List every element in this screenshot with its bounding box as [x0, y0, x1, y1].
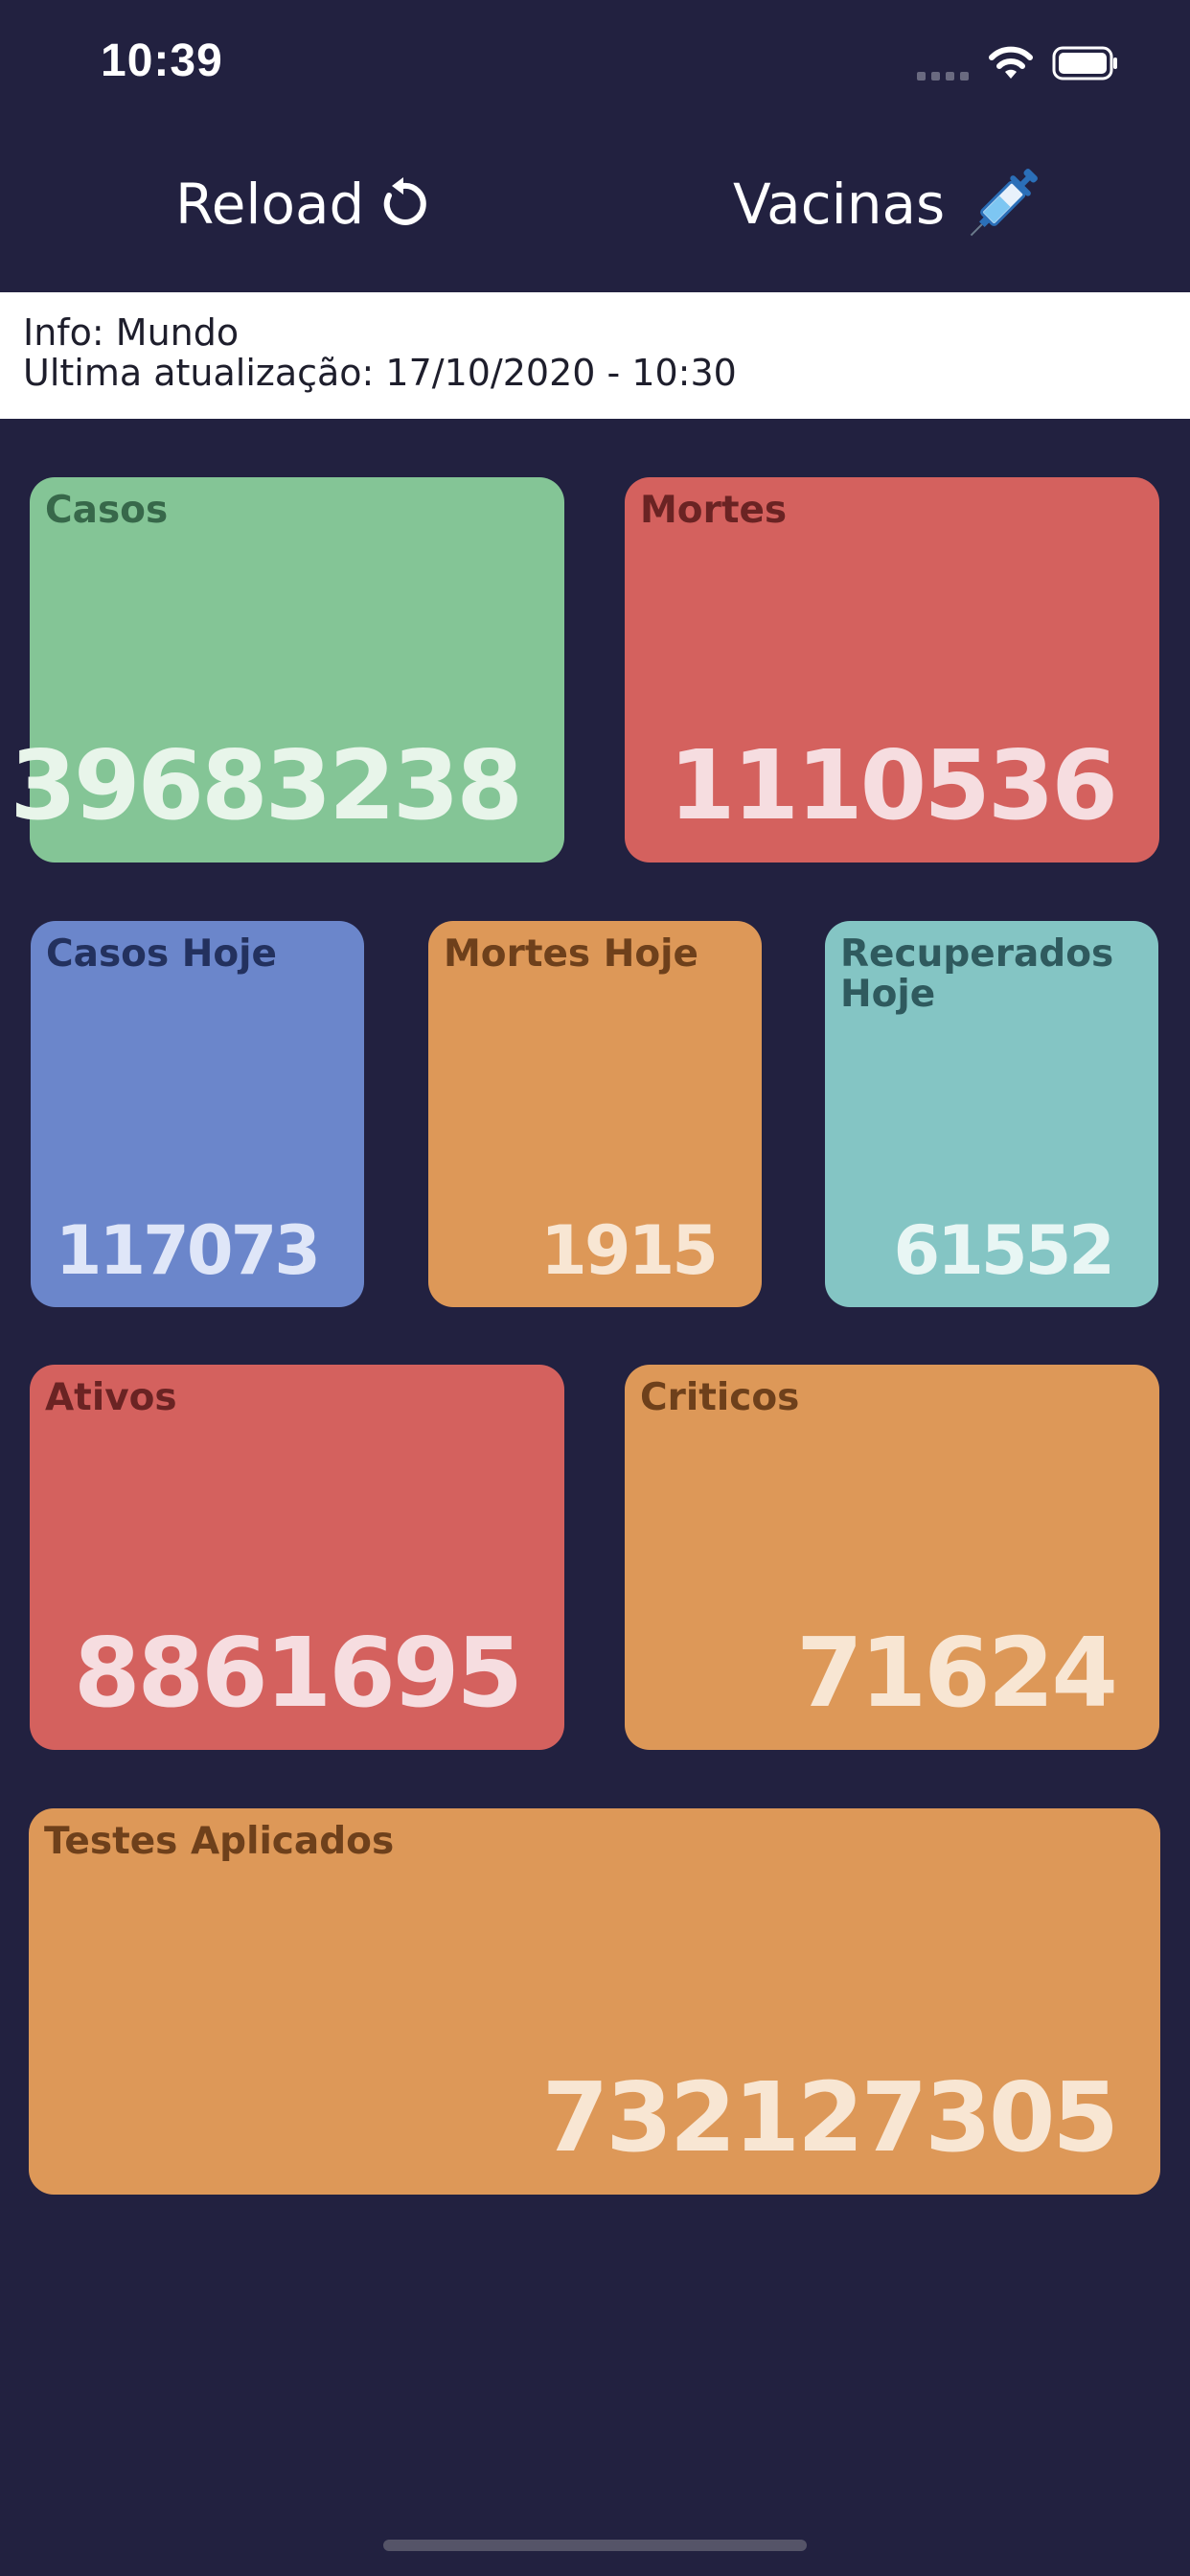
vacinas-button[interactable]: Vacinas: [733, 166, 1048, 242]
card-mortes-hoje: Mortes Hoje 1915: [428, 921, 762, 1307]
battery-icon: [1052, 46, 1117, 80]
reload-label: Reload: [175, 172, 365, 237]
info-bar: Info: Mundo Ultima atualização: 17/10/20…: [0, 292, 1190, 419]
home-indicator[interactable]: [383, 2540, 807, 2551]
card-value: 1915: [540, 1211, 719, 1290]
card-ativos: Ativos 8861695: [30, 1365, 564, 1750]
card-value: 8861695: [73, 1617, 523, 1729]
card-value: 39683238: [10, 729, 523, 841]
card-label: Testes Aplicados: [44, 1820, 395, 1863]
card-label: Recuperados Hoje: [840, 932, 1114, 1016]
status-time: 10:39: [101, 35, 223, 86]
card-casos: Casos 39683238: [10, 477, 564, 862]
card-value: 117073: [55, 1211, 321, 1290]
card-testes-aplicados: Testes Aplicados 732127305: [29, 1808, 1160, 2195]
card-value: 1110536: [668, 729, 1118, 841]
cellular-signal-icon: [917, 69, 971, 80]
last-update: Ultima atualização: 17/10/2020 - 10:30: [23, 352, 737, 394]
card-label: Ativos: [45, 1376, 177, 1419]
card-criticos: Criticos 71624: [625, 1365, 1159, 1750]
card-label: Casos: [45, 489, 169, 532]
status-bar: 10:39: [0, 0, 1190, 129]
info-region: Info: Mundo: [23, 311, 240, 354]
card-label: Casos Hoje: [46, 932, 277, 976]
card-value: 732127305: [541, 2061, 1119, 2174]
card-value: 71624: [796, 1617, 1118, 1729]
top-navigation: Reload Vacinas: [0, 129, 1190, 292]
card-label: Criticos: [640, 1376, 800, 1419]
card-mortes: Mortes 1110536: [625, 477, 1159, 862]
vacinas-label: Vacinas: [733, 172, 946, 237]
card-casos-hoje: Casos Hoje 117073: [31, 921, 364, 1307]
card-label: Mortes Hoje: [444, 932, 698, 976]
reload-icon: [384, 177, 427, 225]
card-value: 61552: [893, 1211, 1115, 1290]
card-recuperados-hoje: Recuperados Hoje 61552: [825, 921, 1158, 1307]
reload-button[interactable]: Reload: [175, 166, 431, 242]
card-label: Mortes: [640, 489, 788, 532]
syringe-icon: [971, 169, 1039, 237]
wifi-icon: [989, 46, 1033, 79]
